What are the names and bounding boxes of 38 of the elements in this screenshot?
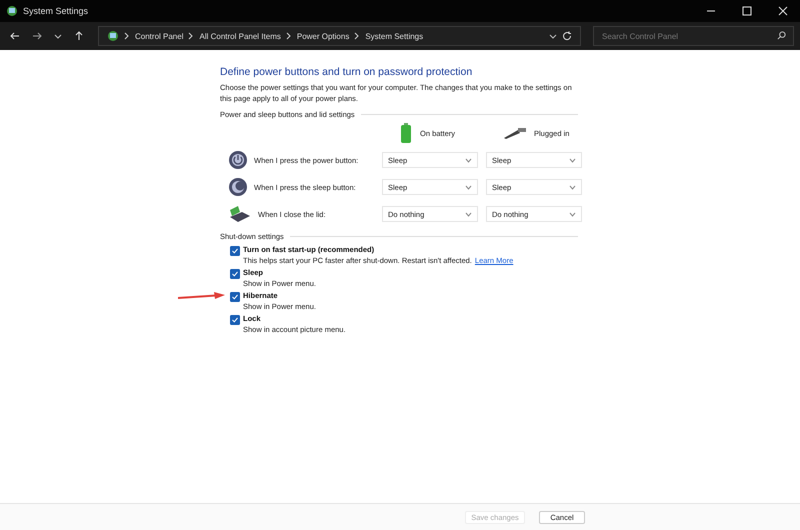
chevron-down-icon [465, 184, 472, 190]
breadcrumb[interactable]: Power Options [296, 32, 350, 40]
control-panel-icon [107, 30, 119, 42]
chevron-down-icon[interactable] [549, 32, 557, 40]
checkbox[interactable] [230, 246, 240, 256]
checkbox[interactable] [230, 315, 240, 325]
up-arrow-icon[interactable] [74, 31, 84, 41]
checkbox[interactable] [230, 269, 240, 279]
plug-icon [504, 127, 526, 139]
address-bar[interactable]: Control Panel All Control Panel Items Power Options System Settings [98, 26, 581, 46]
page-heading: Define power buttons and turn on password protection [220, 66, 474, 78]
close-icon[interactable] [778, 6, 788, 16]
moon-icon [228, 177, 248, 197]
chevron-down-icon[interactable] [54, 32, 62, 40]
chevron-down-icon [569, 158, 576, 162]
power-icon [228, 150, 248, 170]
forward-arrow-icon[interactable] [32, 31, 42, 41]
chevron-right-icon [286, 32, 292, 40]
breadcrumb[interactable]: All Control Panel Items [199, 32, 281, 40]
battery-icon [400, 123, 412, 143]
control-panel-icon [6, 5, 18, 17]
search-field[interactable]: Search Control Panel [593, 26, 794, 46]
breadcrumb[interactable]: System Settings [365, 32, 424, 40]
laptop-icon [228, 204, 252, 224]
search-icon [777, 31, 786, 40]
chevron-down-icon [465, 212, 472, 216]
chevron-down-icon [465, 158, 472, 162]
chevron-right-icon [188, 32, 194, 40]
chevron-down-icon [569, 212, 576, 216]
chevron-right-icon [124, 32, 130, 40]
chevron-right-icon [354, 32, 360, 40]
chevron-down-icon [569, 184, 576, 190]
window-title: System Settings [23, 6, 88, 16]
refresh-icon[interactable] [562, 31, 572, 41]
maximize-icon[interactable] [742, 6, 752, 16]
checkbox[interactable] [230, 292, 240, 302]
breadcrumb[interactable]: Control Panel [135, 32, 184, 40]
back-arrow-icon[interactable] [10, 31, 20, 41]
